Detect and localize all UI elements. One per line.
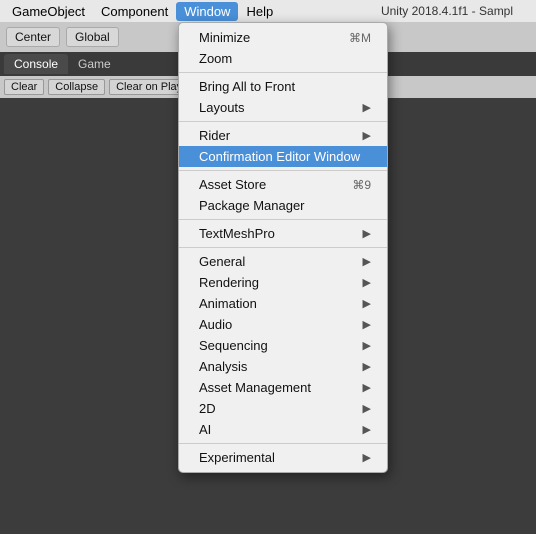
2d-arrow-icon: ▶ [363, 402, 371, 415]
tab-game[interactable]: Game [68, 54, 121, 74]
menu-item-rider[interactable]: Rider ▶ [179, 125, 387, 146]
menu-item-2d-label: 2D [199, 401, 216, 416]
menu-item-zoom-label: Zoom [199, 51, 232, 66]
menu-item-bring-all-to-front-label: Bring All to Front [199, 79, 295, 94]
ai-arrow-icon: ▶ [363, 423, 371, 436]
separator-2 [179, 121, 387, 122]
separator-6 [179, 443, 387, 444]
separator-4 [179, 219, 387, 220]
menu-item-audio[interactable]: Audio ▶ [179, 314, 387, 335]
rendering-arrow-icon: ▶ [363, 276, 371, 289]
menubar-window[interactable]: Window [176, 2, 238, 21]
menubar-component[interactable]: Component [93, 2, 176, 21]
menu-item-confirmation-editor-window[interactable]: Confirmation Editor Window [179, 146, 387, 167]
menu-item-minimize-label: Minimize [199, 30, 250, 45]
menu-item-2d[interactable]: 2D ▶ [179, 398, 387, 419]
menu-item-rider-label: Rider [199, 128, 230, 143]
analysis-arrow-icon: ▶ [363, 360, 371, 373]
collapse-button[interactable]: Collapse [48, 79, 105, 95]
menu-item-asset-management-label: Asset Management [199, 380, 311, 395]
clear-button[interactable]: Clear [4, 79, 44, 95]
menu-item-asset-management[interactable]: Asset Management ▶ [179, 377, 387, 398]
menu-item-package-manager[interactable]: Package Manager [179, 195, 387, 216]
separator-3 [179, 170, 387, 171]
menu-item-analysis[interactable]: Analysis ▶ [179, 356, 387, 377]
animation-arrow-icon: ▶ [363, 297, 371, 310]
menu-item-experimental[interactable]: Experimental ▶ [179, 447, 387, 468]
menubar-help[interactable]: Help [238, 2, 281, 21]
menu-item-rendering-label: Rendering [199, 275, 259, 290]
global-button[interactable]: Global [66, 27, 119, 47]
experimental-arrow-icon: ▶ [363, 451, 371, 464]
menu-item-confirmation-editor-window-label: Confirmation Editor Window [199, 149, 360, 164]
audio-arrow-icon: ▶ [363, 318, 371, 331]
menu-item-sequencing[interactable]: Sequencing ▶ [179, 335, 387, 356]
menu-item-textmeshpro[interactable]: TextMeshPro ▶ [179, 223, 387, 244]
layouts-arrow-icon: ▶ [363, 101, 371, 114]
menu-item-audio-label: Audio [199, 317, 232, 332]
menu-item-layouts[interactable]: Layouts ▶ [179, 97, 387, 118]
menu-item-asset-store[interactable]: Asset Store ⌘9 [179, 174, 387, 195]
menu-item-zoom[interactable]: Zoom [179, 48, 387, 69]
rider-arrow-icon: ▶ [363, 129, 371, 142]
window-dropdown-menu: Minimize ⌘M Zoom Bring All to Front Layo… [178, 22, 388, 473]
menu-item-experimental-label: Experimental [199, 450, 275, 465]
menu-item-ai[interactable]: AI ▶ [179, 419, 387, 440]
menu-item-layouts-label: Layouts [199, 100, 245, 115]
sequencing-arrow-icon: ▶ [363, 339, 371, 352]
menu-item-package-manager-label: Package Manager [199, 198, 305, 213]
menu-item-bring-all-to-front[interactable]: Bring All to Front [179, 76, 387, 97]
menu-item-general-label: General [199, 254, 245, 269]
menu-item-animation[interactable]: Animation ▶ [179, 293, 387, 314]
asset-management-arrow-icon: ▶ [363, 381, 371, 394]
center-button[interactable]: Center [6, 27, 60, 47]
menubar-gameobject[interactable]: GameObject [4, 2, 93, 21]
menu-item-asset-store-shortcut: ⌘9 [352, 178, 371, 192]
menu-item-minimize-shortcut: ⌘M [349, 31, 371, 45]
textmeshpro-arrow-icon: ▶ [363, 227, 371, 240]
menu-item-analysis-label: Analysis [199, 359, 247, 374]
tab-console[interactable]: Console [4, 54, 68, 74]
separator-5 [179, 247, 387, 248]
window-title: Unity 2018.4.1f1 - Sampl [358, 0, 536, 22]
menu-item-rendering[interactable]: Rendering ▶ [179, 272, 387, 293]
menu-item-ai-label: AI [199, 422, 211, 437]
separator-1 [179, 72, 387, 73]
menu-item-minimize[interactable]: Minimize ⌘M [179, 27, 387, 48]
menu-item-asset-store-label: Asset Store [199, 177, 266, 192]
menubar: GameObject Component Window Help Unity 2… [0, 0, 536, 22]
general-arrow-icon: ▶ [363, 255, 371, 268]
menu-item-sequencing-label: Sequencing [199, 338, 268, 353]
menu-item-general[interactable]: General ▶ [179, 251, 387, 272]
menu-item-textmeshpro-label: TextMeshPro [199, 226, 275, 241]
menu-item-animation-label: Animation [199, 296, 257, 311]
